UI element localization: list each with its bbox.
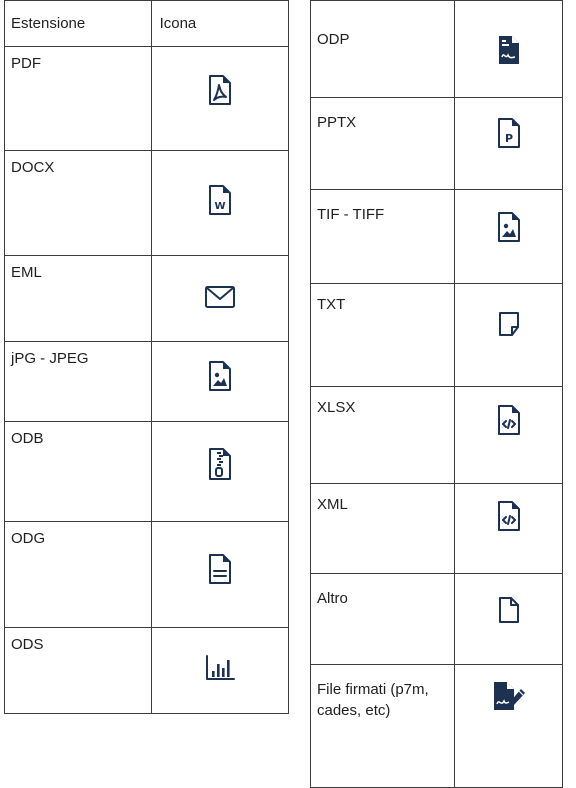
table-row: ODS: [4, 627, 290, 714]
zip-file-icon: [208, 448, 231, 480]
table-row: EML: [4, 255, 290, 342]
table-row: XML: [309, 483, 563, 574]
extension-label: File firmati (p7m, cades, etc): [309, 664, 456, 788]
table-row: jPG - JPEG: [4, 341, 290, 422]
table-row: ODP: [309, 0, 563, 98]
table-row: DOCX W: [4, 150, 290, 256]
svg-text:P: P: [505, 132, 513, 145]
table-row: TXT: [309, 283, 563, 387]
table-row: PDF: [4, 46, 290, 151]
pdf-file-icon: [208, 75, 231, 105]
table-row: ODG: [4, 521, 290, 628]
extension-label: Altro: [309, 573, 456, 665]
extension-label: TXT: [309, 283, 456, 387]
extension-label: ODG: [4, 521, 152, 628]
envelope-icon: [204, 286, 235, 308]
table-row: TIF - TIFF: [309, 189, 563, 284]
extension-label: EML: [4, 255, 152, 342]
blank-file-icon: [498, 597, 519, 623]
header-extension: Estensione: [4, 0, 152, 47]
extension-label: XLSX: [309, 386, 456, 484]
text-file-icon: [208, 554, 231, 584]
powerpoint-file-icon: P: [497, 118, 520, 148]
svg-text:W: W: [214, 201, 225, 212]
extensions-table-right: ODP PPTX P TIF - TIFF TXT XLSX XML Altro…: [309, 0, 563, 788]
header-icon: Icona: [150, 0, 290, 47]
table-row: XLSX: [309, 386, 563, 484]
extension-label: ODP: [309, 0, 456, 98]
table-row: Altro: [309, 573, 563, 665]
image-file-icon: [497, 212, 520, 242]
signed-document-icon: [493, 682, 525, 710]
note-icon: [498, 312, 519, 336]
extension-label: jPG - JPEG: [4, 341, 152, 422]
extension-label: ODB: [4, 421, 152, 522]
extension-label: TIF - TIFF: [309, 189, 456, 284]
extension-label: ODS: [4, 627, 152, 714]
image-file-icon: [208, 361, 231, 391]
word-file-icon: W: [208, 185, 231, 215]
table-row: ODB: [4, 421, 290, 522]
extension-label: PDF: [4, 46, 152, 151]
signature-file-icon: [498, 36, 519, 64]
code-file-icon: [497, 405, 520, 435]
table-header-row: Estensione Icona: [4, 0, 290, 47]
bar-chart-icon: [205, 655, 235, 680]
extension-label: DOCX: [4, 150, 152, 256]
table-row: PPTX P: [309, 97, 563, 190]
extension-label: XML: [309, 483, 456, 574]
table-row: File firmati (p7m, cades, etc): [309, 664, 563, 788]
extensions-table-left: Estensione Icona PDF DOCX W EML jPG - JP…: [4, 0, 290, 714]
extension-label: PPTX: [309, 97, 456, 190]
code-file-icon: [497, 501, 520, 531]
